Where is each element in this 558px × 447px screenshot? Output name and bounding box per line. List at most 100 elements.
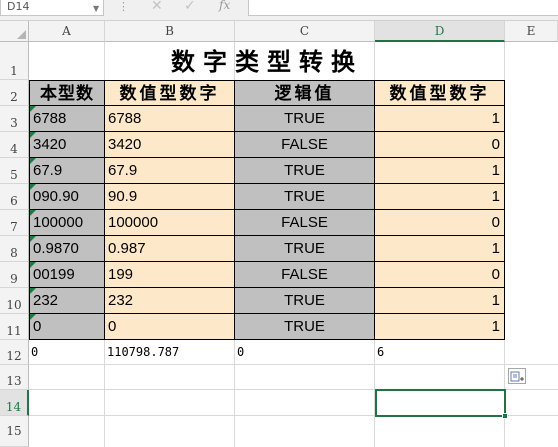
row-number: 10 [6, 298, 22, 312]
fx-icon[interactable]: fx [219, 0, 230, 12]
row-header-13[interactable]: 13 [0, 365, 29, 390]
numeric-cell[interactable]: 1 [375, 236, 505, 262]
gridline [29, 364, 558, 365]
paste-options-button[interactable] [508, 368, 526, 384]
column-header-a[interactable]: A [29, 21, 105, 42]
row-number: 14 [5, 400, 22, 414]
formula-input[interactable] [248, 0, 558, 16]
column-header-c[interactable]: C [235, 21, 375, 42]
row-header-5[interactable]: 5 [0, 158, 29, 184]
row-header-1[interactable]: 1 [0, 42, 29, 80]
value-cell[interactable]: 67.9 [105, 158, 235, 184]
text-number-cell[interactable]: 232 [29, 288, 105, 314]
logical-cell[interactable]: TRUE [235, 184, 375, 210]
row-header-8[interactable]: 8 [0, 236, 29, 262]
row-header-11[interactable]: 11 [0, 314, 29, 340]
header-cell-c[interactable]: 逻辑值 [235, 80, 375, 106]
row-header-7[interactable]: 7 [0, 210, 29, 236]
numeric-cell[interactable]: 0 [375, 132, 505, 158]
row-number: 4 [10, 142, 18, 156]
logical-cell[interactable]: TRUE [235, 288, 375, 314]
close-icon[interactable]: ✕ [151, 0, 163, 14]
row-header-9[interactable]: 9 [0, 262, 29, 288]
value-cell[interactable]: 6788 [105, 106, 235, 132]
numeric-cell[interactable]: 0 [375, 210, 505, 236]
row-number: 6 [10, 194, 18, 208]
row-number: 13 [6, 374, 22, 388]
formula-bar: D14 ▼ ⋮ ✕ ✓ fx [0, 0, 558, 21]
logical-cell[interactable]: FALSE [235, 262, 375, 288]
logical-cell[interactable]: FALSE [235, 210, 375, 236]
row-header-2[interactable]: 2 [0, 80, 29, 106]
name-box[interactable]: D14 ▼ [0, 0, 104, 16]
total-cell-d[interactable]: 6 [375, 340, 505, 364]
numeric-cell[interactable]: 1 [375, 288, 505, 314]
row-header-4[interactable]: 4 [0, 132, 29, 158]
sheet-title[interactable]: 数字类型转换 [29, 42, 505, 80]
row-number: 3 [10, 116, 18, 130]
row-header-12[interactable]: 12 [0, 340, 29, 365]
column-header-b[interactable]: B [105, 21, 235, 42]
column-header-d[interactable]: D [375, 21, 505, 42]
value-cell[interactable]: 90.9 [105, 184, 235, 210]
row-number: 8 [10, 246, 18, 260]
row-header-10[interactable]: 10 [0, 288, 29, 314]
row-header-14[interactable]: 14 [0, 390, 29, 416]
logical-cell[interactable]: TRUE [235, 236, 375, 262]
text-number-cell[interactable]: 090.90 [29, 184, 105, 210]
header-cell-a[interactable]: 本型数 [29, 80, 105, 106]
text-number-cell[interactable]: 100000 [29, 210, 105, 236]
value-cell[interactable]: 0.987 [105, 236, 235, 262]
text-number-cell[interactable]: 3420 [29, 132, 105, 158]
check-icon[interactable]: ✓ [184, 0, 196, 14]
select-all-icon [17, 30, 26, 39]
value-cell[interactable]: 100000 [105, 210, 235, 236]
text-number-cell[interactable]: 00199 [29, 262, 105, 288]
row-number: 11 [6, 324, 22, 338]
paste-options-icon [510, 371, 524, 382]
selected-cell-d14[interactable] [375, 389, 506, 417]
logical-cell[interactable]: TRUE [235, 158, 375, 184]
logical-cell[interactable]: TRUE [235, 314, 375, 340]
error-indicator-icon [30, 106, 36, 112]
text-number-cell[interactable]: 0.9870 [29, 236, 105, 262]
error-indicator-icon [30, 262, 36, 268]
total-cell-b[interactable]: 110798.787 [105, 340, 235, 364]
numeric-cell[interactable]: 1 [375, 184, 505, 210]
value-cell[interactable]: 0 [105, 314, 235, 340]
header-cell-b[interactable]: 数值型数字 [105, 80, 235, 106]
logical-cell[interactable]: FALSE [235, 132, 375, 158]
value-cell[interactable]: 232 [105, 288, 235, 314]
text-number-cell[interactable]: 67.9 [29, 158, 105, 184]
value-cell[interactable]: 3420 [105, 132, 235, 158]
row-number: 1 [10, 64, 18, 78]
row-number: 7 [10, 220, 18, 234]
error-indicator-icon [30, 132, 36, 138]
column-header-e[interactable]: E [505, 21, 558, 42]
total-cell-c[interactable]: 0 [235, 340, 375, 364]
numeric-cell[interactable]: 1 [375, 106, 505, 132]
error-indicator-icon [30, 288, 36, 294]
chevron-down-icon[interactable]: ▼ [93, 2, 99, 16]
name-box-value: D14 [7, 0, 30, 13]
error-indicator-icon [30, 184, 36, 190]
numeric-cell[interactable]: 0 [375, 262, 505, 288]
value-cell[interactable]: 199 [105, 262, 235, 288]
select-all-corner[interactable] [0, 21, 29, 42]
text-number-cell[interactable]: 6788 [29, 106, 105, 132]
drag-handle-icon[interactable]: ⋮ [118, 0, 129, 13]
row-number: 5 [10, 168, 18, 182]
row-header-6[interactable]: 6 [0, 184, 29, 210]
header-cell-d[interactable]: 数值型数字 [375, 80, 505, 106]
numeric-cell[interactable]: 1 [375, 314, 505, 340]
row-header-3[interactable]: 3 [0, 106, 29, 132]
error-indicator-icon [30, 314, 36, 320]
total-cell-a[interactable]: 0 [29, 340, 105, 364]
text-number-cell[interactable]: 0 [29, 314, 105, 340]
logical-cell[interactable]: TRUE [235, 106, 375, 132]
row-number: 15 [6, 424, 22, 438]
numeric-cell[interactable]: 1 [375, 158, 505, 184]
row-header-15[interactable]: 15 [0, 416, 29, 447]
error-indicator-icon [30, 236, 36, 242]
fill-handle[interactable] [502, 413, 508, 419]
